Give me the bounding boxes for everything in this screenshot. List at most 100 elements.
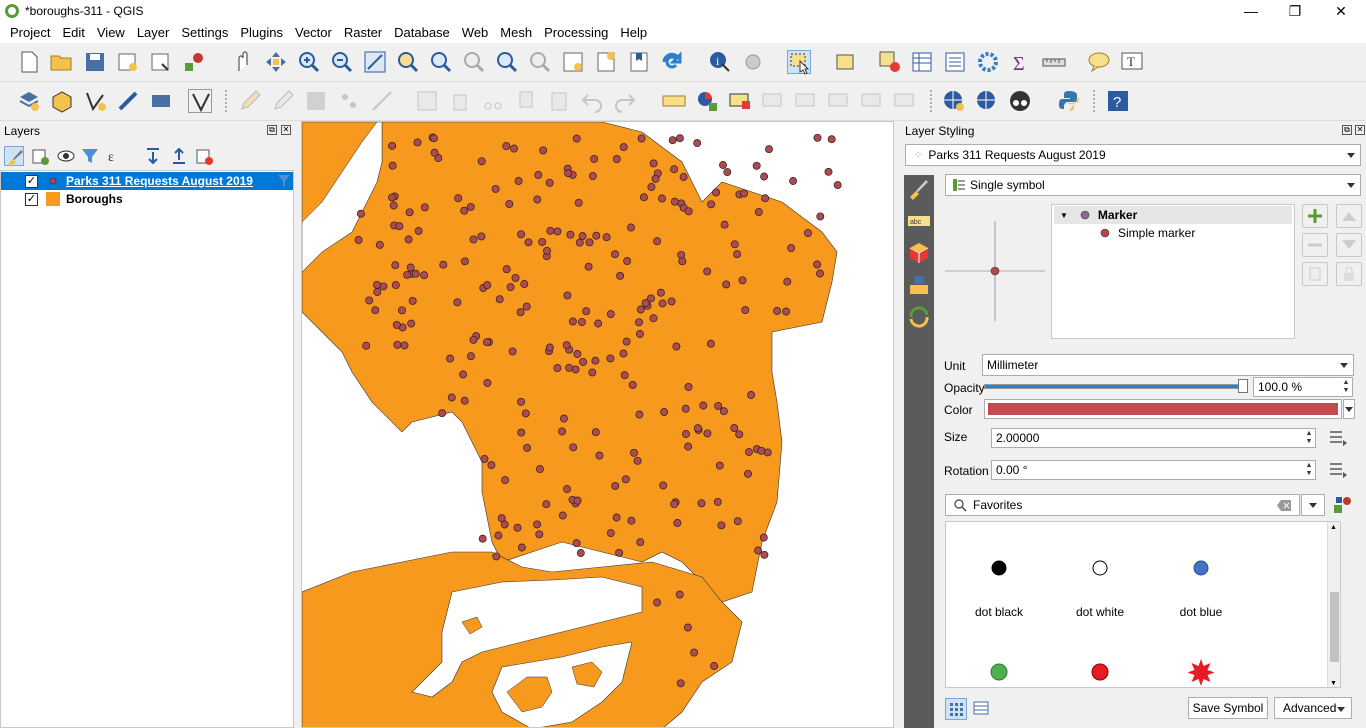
collapse-all-icon[interactable] — [169, 146, 189, 166]
rotate-label-icon[interactable] — [860, 89, 884, 113]
map-canvas[interactable] — [301, 121, 894, 728]
run-action-icon[interactable] — [741, 50, 765, 74]
new-print-layout-icon[interactable] — [116, 50, 140, 74]
color-button[interactable] — [984, 399, 1342, 419]
python-console-icon[interactable] — [1057, 89, 1081, 113]
edit-pencil-icon[interactable] — [238, 89, 262, 113]
toolbar-grip[interactable] — [1093, 90, 1097, 112]
open-styling-icon[interactable] — [4, 146, 24, 167]
scrollbar-thumb[interactable] — [1330, 592, 1339, 662]
menu-web[interactable]: Web — [456, 25, 495, 40]
tree-item-simple-marker[interactable]: Simple marker — [1054, 224, 1292, 242]
copy-features-icon[interactable] — [514, 89, 538, 113]
move-down-button[interactable] — [1336, 233, 1362, 257]
opacity-slider-handle[interactable] — [1238, 379, 1248, 393]
collapse-icon[interactable]: ▼ — [1060, 211, 1068, 220]
processing-toolbox-icon[interactable] — [976, 50, 1000, 74]
rotation-spinbox[interactable]: 0.00 ° ▲ ▼ — [991, 460, 1316, 480]
menu-vector[interactable]: Vector — [289, 25, 338, 40]
cut-features-icon[interactable] — [481, 89, 505, 113]
menu-layer[interactable]: Layer — [131, 25, 176, 40]
renderer-combo[interactable]: Single symbol — [945, 174, 1361, 196]
identify-icon[interactable]: i — [708, 50, 732, 74]
vertex-tool-icon[interactable] — [370, 89, 394, 113]
measure-line-icon[interactable] — [1042, 50, 1066, 74]
map-tips-icon[interactable] — [1087, 50, 1111, 74]
zoom-out-icon[interactable] — [330, 50, 354, 74]
select-features-icon[interactable] — [787, 50, 811, 75]
pan-map-icon[interactable] — [231, 50, 255, 74]
pin-labels-icon[interactable] — [728, 89, 752, 113]
spin-arrows-icon[interactable]: ▲ ▼ — [1304, 430, 1314, 446]
field-calculator-icon[interactable] — [943, 50, 967, 74]
toolbar-grip[interactable] — [225, 90, 229, 112]
scroll-up-icon[interactable]: ▲ — [1330, 524, 1337, 531]
change-label-icon[interactable] — [893, 89, 917, 113]
undo-icon[interactable] — [580, 89, 604, 113]
filter-expression-icon[interactable]: ε — [106, 146, 126, 166]
label-toolbar-icon[interactable] — [662, 89, 686, 113]
unit-combo[interactable]: Millimeter — [982, 354, 1354, 376]
statistics-sigma-icon[interactable]: Σ — [1009, 50, 1033, 75]
refresh-icon[interactable] — [660, 50, 684, 74]
add-point-icon[interactable] — [337, 89, 361, 113]
symbol-dot-red[interactable] — [1050, 662, 1150, 685]
zoom-last-icon[interactable] — [495, 50, 519, 74]
layer-visibility-checkbox[interactable]: ✓ — [25, 192, 38, 206]
remove-layer-icon[interactable] — [194, 146, 214, 166]
symbol-dot-white[interactable]: dot white — [1050, 558, 1150, 619]
panel-splitter[interactable] — [296, 121, 300, 728]
web-service-icon[interactable] — [975, 89, 999, 113]
redo-icon[interactable] — [613, 89, 637, 113]
symbology-tab-icon[interactable] — [907, 177, 931, 201]
help-icon[interactable]: ? — [1106, 89, 1130, 113]
open-project-icon[interactable] — [49, 50, 73, 74]
diagram-options-icon[interactable] — [695, 89, 719, 113]
save-project-icon[interactable] — [83, 50, 107, 74]
duplicate-symbol-layer-button[interactable] — [1302, 262, 1328, 286]
manage-themes-icon[interactable] — [56, 146, 76, 166]
deselect-all-icon[interactable] — [878, 50, 902, 74]
advanced-button[interactable]: Advanced — [1274, 697, 1352, 719]
opacity-slider-track[interactable] — [984, 384, 1244, 389]
menu-settings[interactable]: Settings — [175, 25, 234, 40]
icon-view-button[interactable] — [945, 698, 967, 720]
expand-all-icon[interactable] — [143, 146, 163, 166]
tree-item-marker[interactable]: ▼ Marker — [1054, 206, 1292, 224]
layer-row-parks-311[interactable]: ✓ Parks 311 Requests August 2019 — [1, 172, 293, 190]
lock-layer-button[interactable] — [1336, 262, 1362, 286]
pan-to-selection-icon[interactable] — [264, 50, 288, 74]
minimize-button[interactable]: — — [1228, 0, 1274, 22]
add-vector-layer-icon[interactable] — [83, 89, 107, 113]
maximize-button[interactable]: ❐ — [1272, 0, 1318, 22]
osm-search-icon[interactable] — [1008, 89, 1032, 113]
float-panel-icon[interactable]: ⧉ — [1342, 125, 1352, 135]
close-panel-icon[interactable]: ✕ — [281, 125, 291, 135]
highlight-labels-icon[interactable] — [761, 89, 785, 113]
save-edits-icon[interactable] — [304, 89, 328, 113]
menu-view[interactable]: View — [91, 25, 131, 40]
new-map-view-icon[interactable] — [561, 50, 585, 74]
color-dropdown[interactable] — [1343, 399, 1355, 419]
paste-features-icon[interactable] — [547, 89, 571, 113]
size-spinbox[interactable]: 2.00000 ▲ ▼ — [991, 428, 1316, 448]
add-raster-layer-icon[interactable] — [116, 89, 140, 113]
show-bookmarks-icon[interactable] — [627, 50, 651, 74]
symbol-dot-black[interactable]: dot black — [949, 558, 1049, 619]
symbol-dot-green[interactable] — [949, 662, 1049, 685]
add-mesh-layer-icon[interactable] — [149, 89, 173, 113]
data-source-manager-icon[interactable] — [17, 89, 41, 113]
remove-symbol-layer-button[interactable] — [1302, 233, 1328, 257]
move-label-icon[interactable] — [827, 89, 851, 113]
show-hide-labels-icon[interactable] — [794, 89, 818, 113]
menu-mesh[interactable]: Mesh — [494, 25, 538, 40]
move-up-button[interactable] — [1336, 204, 1362, 228]
spin-arrows-icon[interactable]: ▲ ▼ — [1341, 379, 1351, 395]
text-annotation-icon[interactable]: T — [1120, 50, 1144, 74]
panel-splitter[interactable] — [894, 121, 898, 728]
zoom-to-layer-icon[interactable] — [429, 50, 453, 74]
3d-view-tab-icon[interactable] — [907, 241, 931, 265]
delete-selected-icon[interactable] — [448, 89, 472, 113]
zoom-native-icon[interactable] — [462, 50, 486, 74]
clear-icon[interactable] — [1277, 500, 1291, 511]
